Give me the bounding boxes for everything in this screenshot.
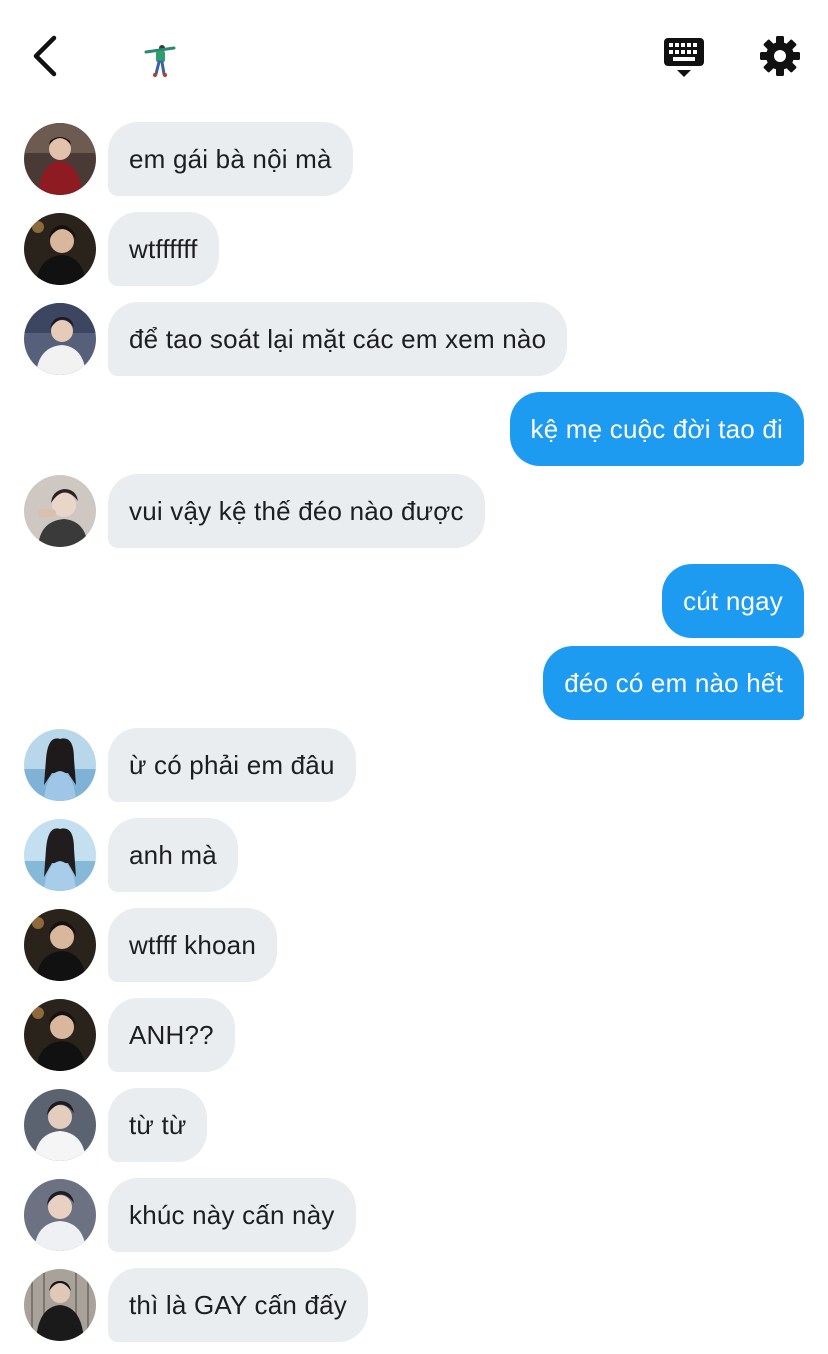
message-row: ANH?? xyxy=(0,998,828,1072)
message-bubble-outgoing[interactable]: kệ mẹ cuộc đời tao đi xyxy=(509,392,804,466)
avatar[interactable] xyxy=(24,819,96,891)
message-bubble-outgoing[interactable]: cút ngay xyxy=(662,564,804,638)
message-row: em gái bà nội mà xyxy=(0,122,828,196)
message-bubble[interactable]: khúc này cấn này xyxy=(108,1178,356,1252)
message-bubble[interactable]: từ từ xyxy=(108,1088,208,1162)
message-bubble[interactable]: wtffffff xyxy=(108,212,219,286)
message-row: cút ngay xyxy=(0,564,828,638)
message-bubble[interactable]: thì là GAY cấn đấy xyxy=(108,1268,368,1342)
avatar[interactable] xyxy=(24,303,96,375)
message-row: khúc này cấn này xyxy=(0,1178,828,1252)
message-row: wtffffff xyxy=(0,212,828,286)
avatar[interactable] xyxy=(24,1179,96,1251)
message-row: thì là GAY cấn đấy xyxy=(0,1268,828,1342)
message-row: ừ có phải em đâu xyxy=(0,728,828,802)
message-row: đéo có em nào hết xyxy=(0,646,828,720)
avatar[interactable] xyxy=(24,999,96,1071)
avatar[interactable] xyxy=(24,475,96,547)
avatar[interactable] xyxy=(24,1269,96,1341)
message-row: kệ mẹ cuộc đời tao đi xyxy=(0,392,828,466)
message-row: anh mà xyxy=(0,818,828,892)
message-bubble[interactable]: em gái bà nội mà xyxy=(108,122,353,196)
message-bubble[interactable]: ừ có phải em đâu xyxy=(108,728,356,802)
message-bubble[interactable]: để tao soát lại mặt các em xem nào xyxy=(108,302,568,376)
message-bubble[interactable]: ANH?? xyxy=(108,998,235,1072)
avatar[interactable] xyxy=(24,123,96,195)
message-list: em gái bà nội mà wtffffff để tao soát lạ… xyxy=(0,0,828,1354)
avatar[interactable] xyxy=(24,213,96,285)
avatar[interactable] xyxy=(24,909,96,981)
message-bubble[interactable]: wtfff khoan xyxy=(108,908,277,982)
message-row: để tao soát lại mặt các em xem nào xyxy=(0,302,828,376)
message-bubble[interactable]: vui vậy kệ thế đéo nào được xyxy=(108,474,485,548)
message-bubble-outgoing[interactable]: đéo có em nào hết xyxy=(543,646,804,720)
message-row: từ từ xyxy=(0,1088,828,1162)
message-bubble[interactable]: anh mà xyxy=(108,818,238,892)
message-row: wtfff khoan xyxy=(0,908,828,982)
message-row: vui vậy kệ thế đéo nào được xyxy=(0,474,828,548)
avatar[interactable] xyxy=(24,1089,96,1161)
avatar[interactable] xyxy=(24,729,96,801)
